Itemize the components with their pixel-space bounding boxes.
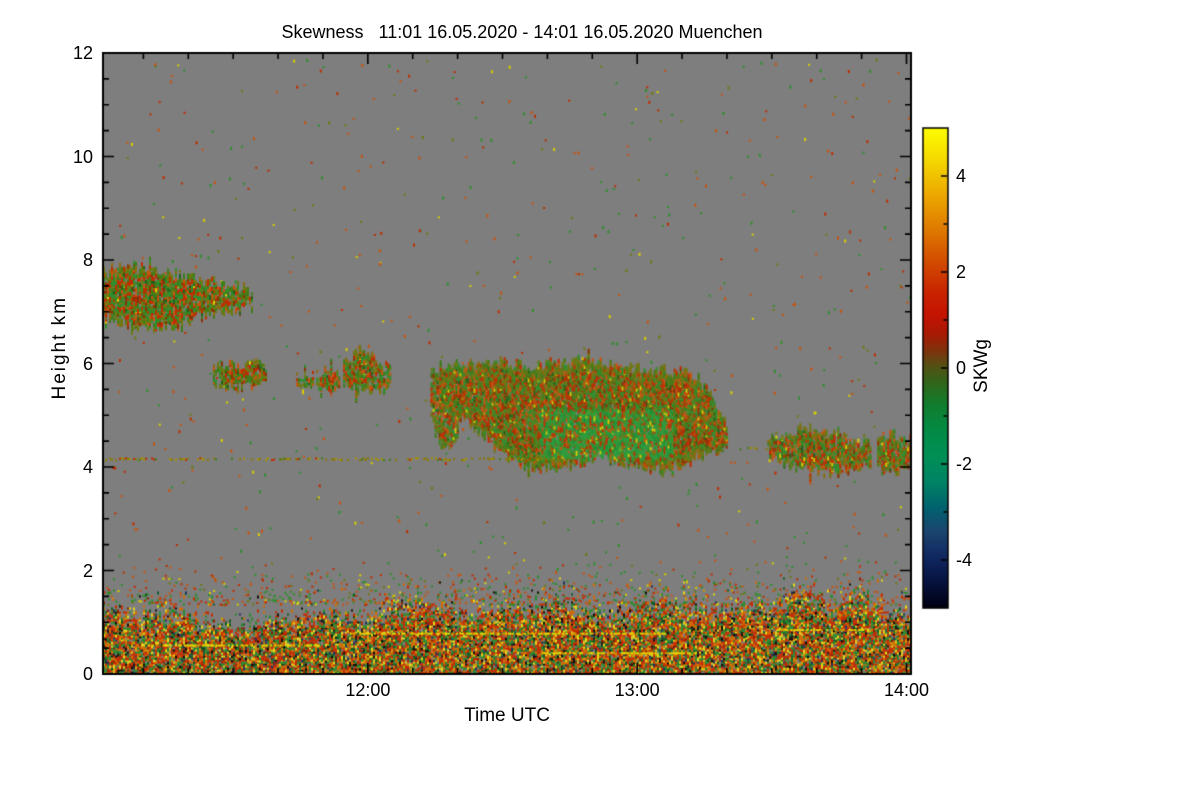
colorbar-tick-label: 0 bbox=[956, 358, 967, 378]
x-axis-label: Time UTC bbox=[464, 705, 550, 726]
y-tick-label: 8 bbox=[82, 250, 93, 270]
colorbar-tick-label: 2 bbox=[956, 262, 967, 282]
x-tick-label: 14:00 bbox=[883, 680, 930, 700]
y-tick-label: 10 bbox=[72, 146, 93, 167]
y-tick-label: 2 bbox=[82, 560, 93, 581]
y-tick-label: 6 bbox=[82, 353, 93, 374]
y-axis-label: Height km bbox=[49, 296, 70, 400]
colorbar-tick-label: -2 bbox=[956, 454, 973, 474]
chart-title: Skewness 11:01 16.05.2020 - 14:01 16.05.… bbox=[281, 22, 763, 42]
x-tick-label: 13:00 bbox=[614, 680, 660, 700]
x-tick-label: 12:00 bbox=[345, 680, 391, 700]
y-tick-label: 4 bbox=[82, 457, 93, 477]
y-tick-label: 12 bbox=[72, 43, 93, 63]
skewness-plot-page: Skewness 11:01 16.05.2020 - 14:01 16.05.… bbox=[0, 0, 1200, 800]
colorbar-tick-label: -4 bbox=[956, 550, 973, 570]
y-tick-label: 0 bbox=[82, 664, 93, 684]
colorbar-tick-label: 4 bbox=[956, 166, 967, 186]
